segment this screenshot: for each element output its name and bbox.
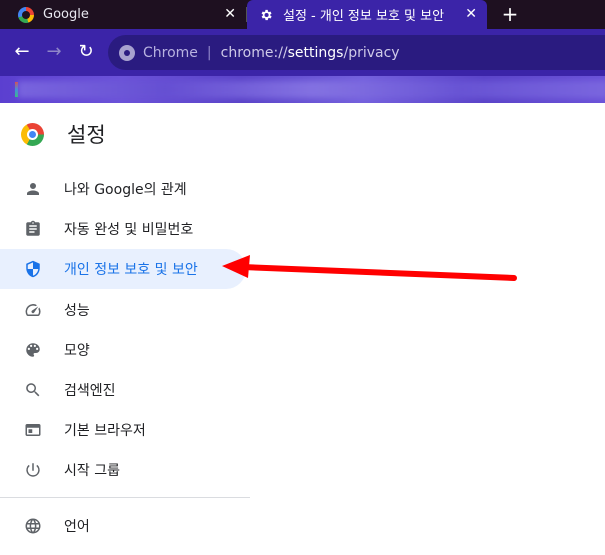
- sidebar-item-label: 기본 브라우저: [64, 423, 146, 439]
- sidebar-item-label: 모양: [64, 343, 90, 359]
- settings-page: 설정 나와 Google의 관계 자동 완성 및 비밀번호 개인 정보 보호 및…: [0, 103, 605, 555]
- close-icon[interactable]: ✕: [465, 6, 477, 22]
- sidebar-item-label: 언어: [64, 519, 90, 535]
- person-icon: [27, 183, 39, 195]
- sidebar-item-default-browser[interactable]: 기본 브라우저: [0, 410, 250, 450]
- sidebar-item-performance[interactable]: 성능: [0, 290, 250, 330]
- sidebar-item-label: 시작 그룹: [64, 463, 120, 479]
- bookmarks-bar: [0, 76, 605, 103]
- omnibox-url: chrome://settings/privacy: [221, 45, 400, 61]
- tab-title: 설정 - 개인 정보 보호 및 보안: [283, 9, 445, 24]
- clipboard-icon: [26, 220, 40, 236]
- sidebar-item-you-and-google[interactable]: 나와 Google의 관계: [0, 169, 250, 209]
- page-title: 설정: [67, 123, 106, 147]
- shield-icon: [26, 260, 40, 278]
- sidebar-item-privacy[interactable]: 개인 정보 보호 및 보안: [0, 249, 246, 289]
- gear-icon: [261, 9, 272, 20]
- power-icon: [26, 463, 40, 477]
- reload-button[interactable]: ↻: [74, 40, 98, 64]
- sidebar-item-label: 나와 Google의 관계: [64, 182, 187, 198]
- tab-title: Google: [43, 7, 89, 22]
- toolbar: ← → ↻ Chrome | chrome://settings/privacy: [0, 29, 605, 76]
- address-bar[interactable]: Chrome | chrome://settings/privacy: [108, 35, 605, 70]
- chrome-logo-icon: [21, 123, 44, 146]
- sidebar-item-languages[interactable]: 언어: [0, 506, 250, 546]
- new-tab-button[interactable]: +: [500, 4, 520, 24]
- sidebar-item-autofill[interactable]: 자동 완성 및 비밀번호: [0, 209, 250, 249]
- palette-icon: [26, 343, 40, 357]
- tab-strip: Google ✕ 설정 - 개인 정보 보호 및 보안 ✕ +: [0, 0, 605, 29]
- sidebar-item-label: 검색엔진: [64, 383, 116, 399]
- bookmarks-blurred: [18, 81, 605, 98]
- globe-icon: [25, 518, 41, 534]
- url-path: /privacy: [343, 44, 400, 61]
- forward-button[interactable]: →: [42, 40, 66, 64]
- chrome-site-icon[interactable]: [119, 44, 135, 61]
- sidebar-item-label: 개인 정보 보호 및 보안: [64, 262, 198, 278]
- close-icon[interactable]: ✕: [224, 6, 236, 22]
- sidebar-item-on-startup[interactable]: 시작 그룹: [0, 450, 250, 490]
- browser-window-icon: [25, 424, 41, 436]
- url-prefix: chrome://: [220, 44, 288, 61]
- url-host: settings: [287, 44, 344, 61]
- speedometer-icon: [25, 304, 41, 316]
- sidebar-item-label: 자동 완성 및 비밀번호: [64, 222, 194, 238]
- back-button[interactable]: ←: [10, 40, 34, 64]
- search-icon: [26, 383, 40, 397]
- tab-google[interactable]: Google ✕: [0, 0, 246, 29]
- sidebar-item-appearance[interactable]: 모양: [0, 330, 250, 370]
- annotation-arrow-icon: [222, 255, 517, 281]
- omnibox-scheme-label: Chrome: [143, 44, 198, 61]
- omnibox-separator: |: [206, 44, 212, 61]
- sidebar-item-search-engine[interactable]: 검색엔진: [0, 370, 250, 410]
- sidebar-divider: [0, 497, 250, 498]
- tab-settings[interactable]: 설정 - 개인 정보 보호 및 보안 ✕: [247, 0, 487, 29]
- sidebar-item-label: 성능: [64, 303, 90, 319]
- google-logo-icon: [18, 6, 34, 23]
